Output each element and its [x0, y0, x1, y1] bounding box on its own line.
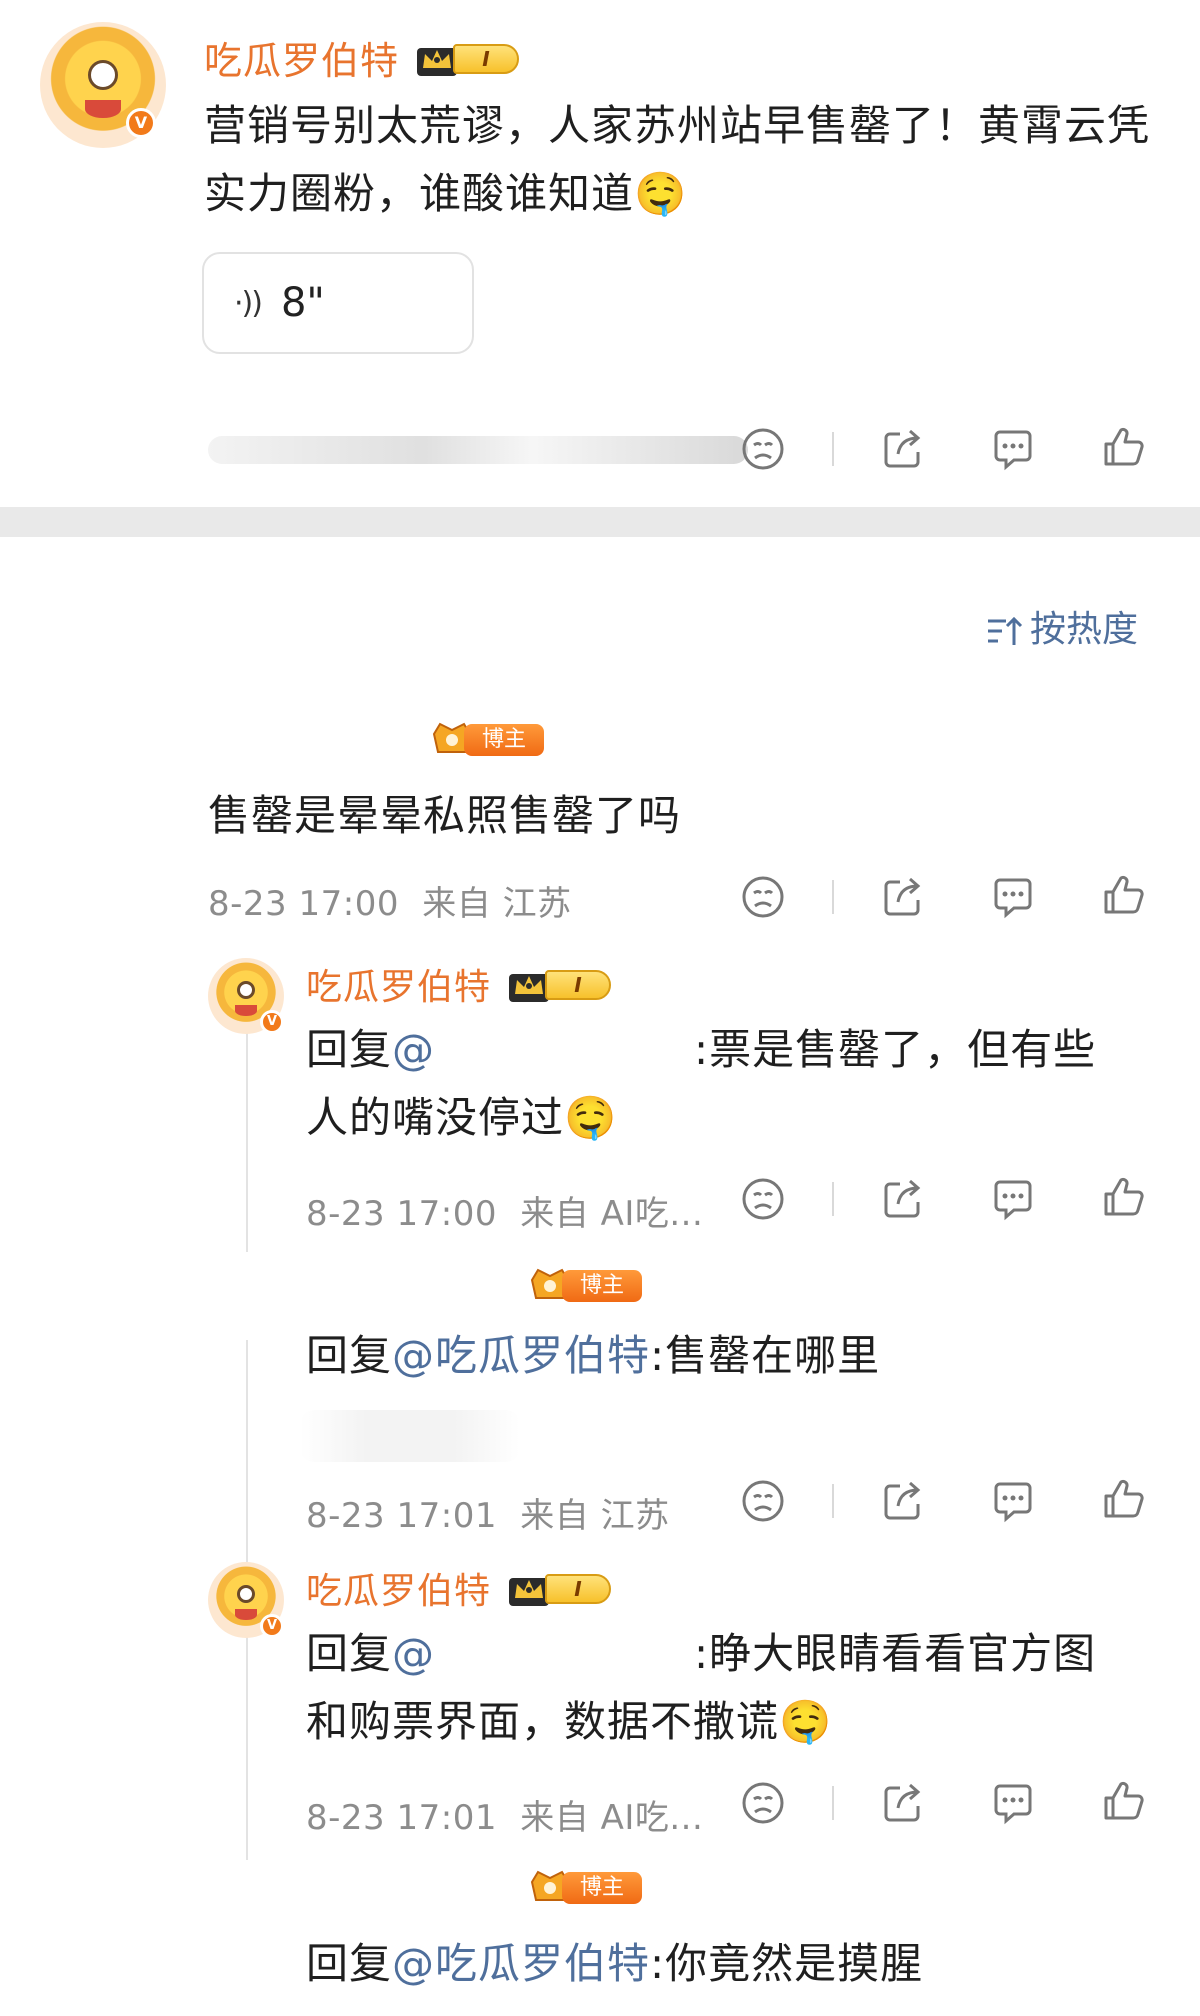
like-icon[interactable] [1100, 1778, 1146, 1824]
avatar-mouth [235, 1005, 257, 1016]
reply-line1: :睁大眼睛看看官方图 [694, 1629, 1097, 1678]
comment-meta: 8-23 17:00 来自 江苏 [208, 876, 572, 925]
reply-time: 8-23 17:01 [306, 1798, 497, 1838]
dislike-icon[interactable] [740, 426, 786, 472]
reply-text: 回复@吃瓜罗伯特:你竟然是摸腥 [306, 1930, 923, 1991]
reply-time: 8-23 17:01 [306, 1496, 497, 1536]
thread-line [246, 1032, 248, 1252]
post-header: 吃瓜罗伯特 I [204, 30, 531, 85]
reply-meta: 8-23 17:01 来自 江苏 [306, 1488, 670, 1537]
reply-prefix: 回复 [306, 1025, 393, 1074]
avatar-eye [236, 1584, 256, 1604]
reply-meta: 8-23 17:01 来自 AI吃... [306, 1790, 703, 1839]
reply-body: :售罄在哪里 [650, 1331, 881, 1380]
reply-location: 来自 AI吃... [520, 1194, 704, 1234]
reply-header: 吃瓜罗伯特 I [306, 1562, 623, 1614]
like-icon[interactable] [1100, 872, 1146, 918]
avatar-mouth [85, 100, 121, 118]
comment-location: 来自 江苏 [422, 884, 572, 924]
reply-mention[interactable]: @吃瓜罗伯特 [392, 1331, 650, 1380]
reply-line2: 和购票界面，数据不撒谎🤤 [306, 1697, 833, 1746]
level-text: I [453, 43, 520, 74]
share-icon[interactable] [880, 426, 926, 472]
reply-body: :你竟然是摸腥 [650, 1939, 924, 1988]
post-text: 营销号别太荒谬，人家苏州站早售罄了！黄霄云凭实力圈粉，谁酸谁知道🤤 [204, 101, 1151, 218]
voice-duration: 8" [280, 280, 325, 326]
reply-line1: :票是售罄了，但有些 [694, 1025, 1097, 1074]
action-separator [832, 1786, 834, 1820]
verified-badge: V [260, 1010, 284, 1034]
reply-mention[interactable]: @吃瓜罗伯特 [392, 1939, 650, 1988]
level-badge: I [505, 964, 623, 1004]
blurred-region [300, 1410, 520, 1462]
reply-meta: 8-23 17:00 来自 AI吃... [306, 1186, 703, 1235]
share-icon[interactable] [880, 1478, 926, 1524]
comment-icon[interactable] [990, 874, 1036, 920]
sort-button[interactable]: 按热度 [986, 600, 1138, 652]
level-text: I [545, 1574, 612, 1604]
blogger-badge: 博主 [430, 720, 544, 758]
blogger-label: 博主 [562, 1872, 642, 1904]
reply-username[interactable]: 吃瓜罗伯特 [306, 1562, 491, 1614]
reply-location: 来自 江苏 [520, 1496, 670, 1536]
level-badge: I [413, 38, 531, 78]
reply-prefix: 回复 [306, 1629, 393, 1678]
reply-text: 回复@吃瓜罗伯特:售罄在哪里 [306, 1322, 880, 1383]
action-separator [832, 1182, 834, 1216]
blogger-label: 博主 [562, 1270, 642, 1302]
comment-icon[interactable] [990, 1478, 1036, 1524]
reply-prefix: 回复 [306, 1939, 393, 1988]
like-icon[interactable] [1100, 1174, 1146, 1220]
reply-location: 来自 AI吃... [520, 1798, 704, 1838]
blogger-badge: 博主 [528, 1266, 642, 1304]
reply-username[interactable]: 吃瓜罗伯特 [306, 958, 491, 1010]
comment-icon[interactable] [990, 426, 1036, 472]
avatar-mouth [235, 1609, 257, 1620]
dislike-icon[interactable] [740, 1780, 786, 1826]
level-text: I [545, 970, 612, 1000]
like-icon[interactable] [1100, 1476, 1146, 1522]
action-separator [832, 880, 834, 914]
share-icon[interactable] [880, 874, 926, 920]
avatar-eye [87, 59, 119, 91]
reply-mention[interactable]: @ [392, 1025, 435, 1074]
blogger-label: 博主 [464, 724, 544, 756]
like-icon[interactable] [1100, 424, 1146, 470]
blogger-badge: 博主 [528, 1868, 642, 1906]
action-separator [832, 1484, 834, 1518]
reply-text: 回复@ :睁大眼睛看看官方图 和购票界面，数据不撒谎🤤 [306, 1620, 1166, 1756]
blurred-region [208, 436, 748, 464]
comment-time: 8-23 17:00 [208, 884, 399, 924]
reply-header: 吃瓜罗伯特 I [306, 958, 623, 1010]
dislike-icon[interactable] [740, 874, 786, 920]
share-icon[interactable] [880, 1176, 926, 1222]
comment-icon[interactable] [990, 1176, 1036, 1222]
verified-badge: V [260, 1614, 284, 1638]
section-divider [0, 507, 1200, 537]
comment-text: 售罄是晕晕私照售罄了吗 [208, 791, 682, 840]
reply-time: 8-23 17:00 [306, 1194, 497, 1234]
post-username[interactable]: 吃瓜罗伯特 [204, 30, 399, 85]
level-badge: I [505, 1568, 623, 1608]
voice-message[interactable]: ·)) 8" [202, 252, 474, 354]
verified-badge: V [126, 108, 156, 138]
reply-line2: 人的嘴没停过🤤 [306, 1093, 618, 1142]
reply-prefix: 回复 [306, 1331, 393, 1380]
reply-text: 回复@ :票是售罄了，但有些 人的嘴没停过🤤 [306, 1016, 1166, 1152]
comment-icon[interactable] [990, 1780, 1036, 1826]
share-icon[interactable] [880, 1780, 926, 1826]
dislike-icon[interactable] [740, 1478, 786, 1524]
sort-icon [988, 616, 1023, 645]
voice-icon: ·)) [234, 285, 263, 321]
reply-mention[interactable]: @ [392, 1629, 435, 1678]
action-separator [832, 432, 834, 466]
sort-text: 按热度 [1030, 609, 1139, 650]
avatar-eye [236, 980, 256, 1000]
dislike-icon[interactable] [740, 1176, 786, 1222]
